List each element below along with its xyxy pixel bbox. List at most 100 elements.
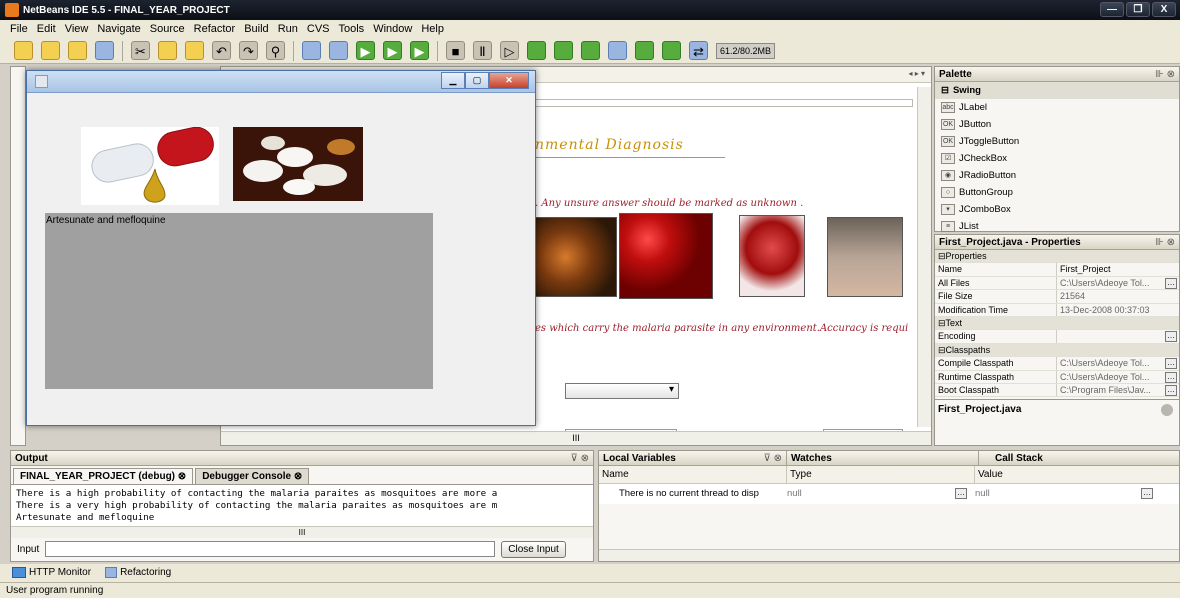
column-value[interactable]: Value xyxy=(975,466,1179,483)
console-text-area[interactable]: There is a high probability of contactin… xyxy=(11,485,593,526)
close-tab-icon[interactable]: ⊗ xyxy=(294,471,302,482)
run-to-cursor-icon[interactable] xyxy=(608,41,627,60)
open-project-icon[interactable] xyxy=(68,41,87,60)
palette-item-jlist[interactable]: ≡ JList xyxy=(935,218,1179,235)
minimize-button[interactable]: — xyxy=(1100,2,1124,17)
profile-icon[interactable]: ▶ xyxy=(410,41,429,60)
tab-local-variables[interactable]: Local Variables ⊽ ⊗ xyxy=(599,451,787,465)
http-monitor-button[interactable]: HTTP Monitor xyxy=(12,567,91,579)
group-properties[interactable]: ⊟ Properties xyxy=(935,250,1179,264)
property-row-modification-time[interactable]: Modification Time 13-Dec-2008 00:37:03 xyxy=(935,303,1179,317)
property-row-all-files[interactable]: All Files C:\Users\Adeoye Tol...… xyxy=(935,276,1179,291)
menu-file[interactable]: File xyxy=(10,23,28,35)
palette-item-jlabel[interactable]: abc JLabel xyxy=(935,99,1179,116)
property-row-compile-classpath[interactable]: Compile Classpath C:\Users\Adeoye Tol...… xyxy=(935,357,1179,371)
cut-icon[interactable]: ✂ xyxy=(131,41,150,60)
refactoring-button[interactable]: Refactoring xyxy=(105,567,171,579)
continue-icon[interactable]: ▷ xyxy=(500,41,519,60)
menu-navigate[interactable]: Navigate xyxy=(97,23,140,35)
property-row-encoding[interactable]: Encoding… xyxy=(935,330,1179,344)
pause-icon[interactable]: Ⅱ xyxy=(473,41,492,60)
save-all-icon[interactable] xyxy=(95,41,114,60)
tab-debug-output[interactable]: FINAL_YEAR_PROJECT (debug) ⊗ xyxy=(13,468,194,484)
palette-category-swing[interactable]: ⊟ Swing xyxy=(935,82,1179,99)
refresh-icon[interactable]: ⇄ xyxy=(689,41,708,60)
dialog-title-bar[interactable]: ▁ ▢ ✕ xyxy=(27,71,535,93)
dialog-minimize-button[interactable]: ▁ xyxy=(441,72,465,89)
palette-controls-icon[interactable]: ⊪ ⊗ xyxy=(1155,67,1175,82)
column-type[interactable]: Type xyxy=(787,466,975,483)
step-out-icon[interactable] xyxy=(581,41,600,60)
paste-icon[interactable] xyxy=(185,41,204,60)
find-icon[interactable]: ⚲ xyxy=(266,41,285,60)
ellipsis-button[interactable]: … xyxy=(1165,358,1177,370)
palette-item-jcheckbox[interactable]: ☑ JCheckBox xyxy=(935,150,1179,167)
memory-usage-indicator[interactable]: 61.2/80.2MB xyxy=(716,42,776,59)
restore-button[interactable]: ❐ xyxy=(1126,2,1150,17)
step-into-icon[interactable] xyxy=(554,41,573,60)
editor-tab-scroll-icon[interactable]: ◂ ▸ ▾ xyxy=(909,69,926,78)
new-project-icon[interactable] xyxy=(41,41,60,60)
debug-icon[interactable]: ▶ xyxy=(383,41,402,60)
column-name[interactable]: Name xyxy=(599,466,787,483)
copy-icon[interactable] xyxy=(158,41,177,60)
editor-vertical-scrollbar[interactable] xyxy=(917,87,931,427)
clean-build-icon[interactable] xyxy=(329,41,348,60)
palette-item-buttongroup[interactable]: ○ ButtonGroup xyxy=(935,184,1179,201)
ellipsis-button[interactable]: … xyxy=(955,488,967,499)
tab-call-stack[interactable]: Call Stack xyxy=(979,451,1179,465)
property-row-name[interactable]: Name First_Project xyxy=(935,263,1179,277)
close-button[interactable]: X xyxy=(1152,2,1176,17)
program-input-field[interactable] xyxy=(45,541,496,557)
new-file-icon[interactable] xyxy=(14,41,33,60)
menu-tools[interactable]: Tools xyxy=(339,23,365,35)
variables-table-row[interactable]: There is no current thread to disp null …… xyxy=(599,484,1179,504)
ellipsis-button[interactable]: … xyxy=(1165,331,1177,343)
property-row-runtime-classpath[interactable]: Runtime Classpath C:\Users\Adeoye Tol...… xyxy=(935,370,1179,384)
properties-footer-title: First_Project.java xyxy=(938,404,1022,416)
palette-item-jtogglebutton[interactable]: OK JToggleButton xyxy=(935,133,1179,150)
menu-window[interactable]: Window xyxy=(373,23,412,35)
output-controls-icon[interactable]: ⊽ ⊗ xyxy=(571,451,589,466)
undo-icon[interactable]: ↶ xyxy=(212,41,231,60)
fix-icon[interactable] xyxy=(662,41,681,60)
redo-icon[interactable]: ↷ xyxy=(239,41,258,60)
property-row-file-size[interactable]: File Size 21564 xyxy=(935,290,1179,304)
tab-controls-icon[interactable]: ⊽ ⊗ xyxy=(764,451,782,466)
properties-controls-icon[interactable]: ⊪ ⊗ xyxy=(1155,235,1175,250)
apply-changes-icon[interactable] xyxy=(635,41,654,60)
menu-help[interactable]: Help xyxy=(421,23,444,35)
diagnosis-result-textarea[interactable]: Artesunate and mefloquine xyxy=(45,213,433,389)
tab-debugger-console[interactable]: Debugger Console ⊗ xyxy=(195,468,310,484)
close-tab-icon[interactable]: ⊗ xyxy=(178,471,186,482)
build-icon[interactable] xyxy=(302,41,321,60)
menu-build[interactable]: Build xyxy=(244,23,268,35)
help-icon[interactable] xyxy=(1161,404,1173,417)
group-text[interactable]: ⊟ Text xyxy=(935,316,1179,331)
menu-source[interactable]: Source xyxy=(150,23,185,35)
answer-dropdown[interactable] xyxy=(565,383,679,399)
ellipsis-button[interactable]: … xyxy=(1141,488,1153,499)
dialog-close-button[interactable]: ✕ xyxy=(489,72,529,89)
stop-icon[interactable]: ■ xyxy=(446,41,465,60)
run-icon[interactable]: ▶ xyxy=(356,41,375,60)
close-input-button[interactable]: Close Input xyxy=(501,540,566,558)
debugger-horizontal-scrollbar[interactable] xyxy=(599,549,1179,561)
menu-edit[interactable]: Edit xyxy=(37,23,56,35)
ellipsis-button[interactable]: … xyxy=(1165,277,1177,289)
menu-refactor[interactable]: Refactor xyxy=(194,23,236,35)
step-over-icon[interactable] xyxy=(527,41,546,60)
ellipsis-button[interactable]: … xyxy=(1165,384,1177,396)
editor-horizontal-scrollbar[interactable]: III xyxy=(221,431,931,445)
palette-item-jcombobox[interactable]: ▾ JComboBox xyxy=(935,201,1179,218)
menu-cvs[interactable]: CVS xyxy=(307,23,330,35)
palette-item-jradiobutton[interactable]: ◉ JRadioButton xyxy=(935,167,1179,184)
group-classpaths[interactable]: ⊟ Classpaths xyxy=(935,343,1179,358)
menu-run[interactable]: Run xyxy=(278,23,298,35)
property-row-boot-classpath[interactable]: Boot Classpath C:\Program Files\Jav...… xyxy=(935,383,1179,398)
ellipsis-button[interactable]: … xyxy=(1165,371,1177,383)
dialog-maximize-button[interactable]: ▢ xyxy=(465,72,489,89)
palette-item-jbutton[interactable]: OK JButton xyxy=(935,116,1179,133)
tab-watches[interactable]: Watches xyxy=(787,451,979,465)
menu-view[interactable]: View xyxy=(65,23,89,35)
